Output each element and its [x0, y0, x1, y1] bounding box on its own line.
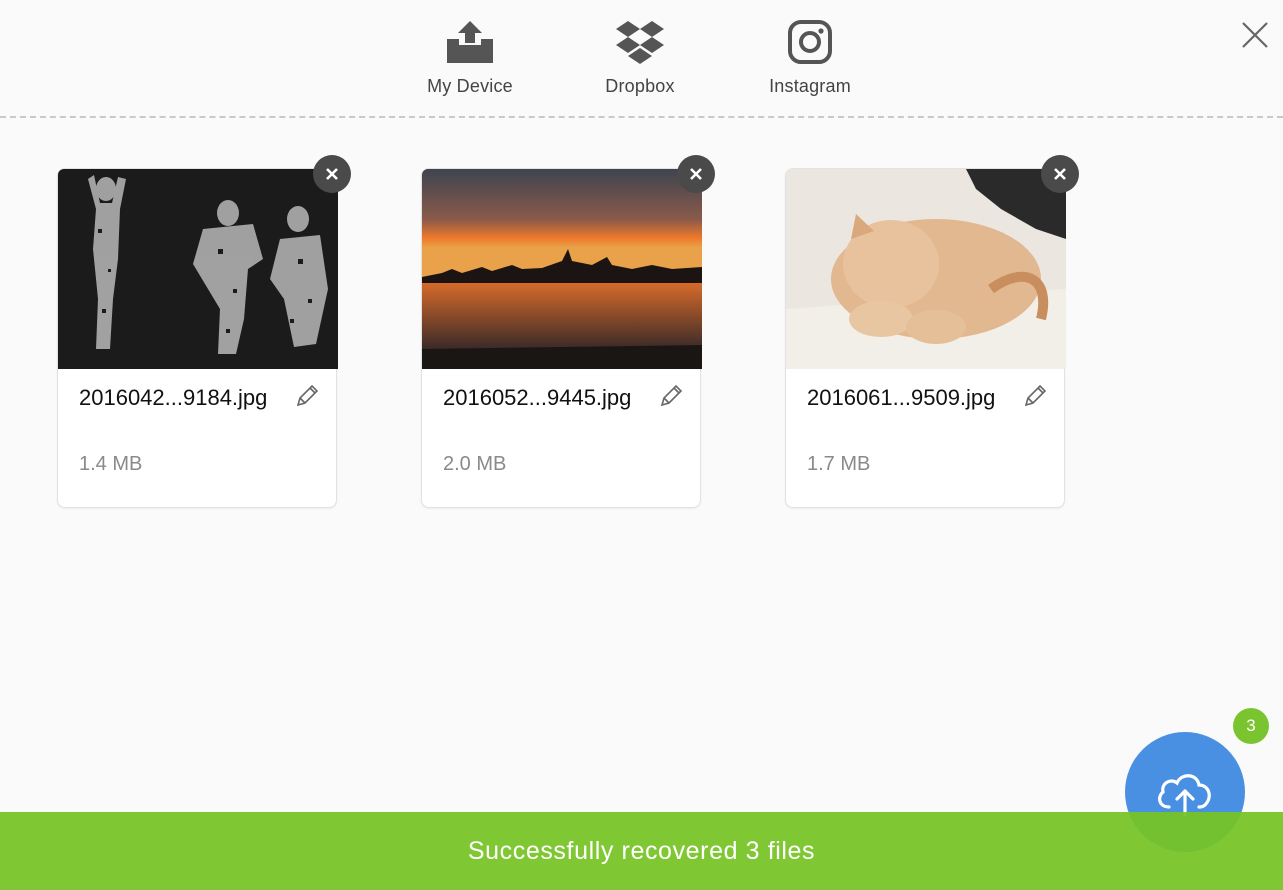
dropbox-icon: [570, 14, 710, 70]
edit-pencil-icon[interactable]: [658, 383, 684, 409]
source-label: Dropbox: [605, 76, 675, 96]
divider: [0, 116, 1283, 118]
file-size: 1.4 MB: [79, 453, 143, 475]
edit-pencil-icon[interactable]: [294, 383, 320, 409]
source-label: My Device: [427, 76, 513, 96]
cloud-upload-icon: [1158, 774, 1211, 817]
close-icon[interactable]: [1238, 18, 1272, 52]
edit-pencil-icon[interactable]: [1022, 383, 1048, 409]
sunset-skyline-photo: [422, 169, 702, 369]
sleeping-cat-photo: [786, 169, 1066, 369]
source-my-device[interactable]: My Device: [400, 14, 540, 97]
success-toast: Successfully recovered 3 files: [0, 812, 1283, 890]
file-size: 2.0 MB: [443, 453, 507, 475]
remove-file-button[interactable]: [313, 155, 351, 193]
file-card: 2016042...9184.jpg 1.4 MB: [57, 155, 351, 508]
upload-tray-icon: [400, 14, 540, 70]
file-name: 2016061...9509.jpg: [807, 385, 996, 410]
dancers-photo: [58, 169, 338, 369]
file-name: 2016052...9445.jpg: [443, 385, 632, 410]
remove-file-button[interactable]: [677, 155, 715, 193]
close-icon: [690, 168, 702, 180]
file-size: 1.7 MB: [807, 453, 871, 475]
source-instagram[interactable]: Instagram: [740, 14, 880, 97]
file-card: 2016061...9509.jpg 1.7 MB: [785, 155, 1079, 508]
file-count-badge: 3: [1233, 708, 1269, 744]
file-name: 2016042...9184.jpg: [79, 385, 268, 410]
source-label: Instagram: [769, 76, 851, 96]
remove-file-button[interactable]: [1041, 155, 1079, 193]
source-dropbox[interactable]: Dropbox: [570, 14, 710, 97]
instagram-icon: [740, 14, 880, 70]
close-icon: [326, 168, 338, 180]
file-card: 2016052...9445.jpg 2.0 MB: [421, 155, 715, 508]
close-icon: [1054, 168, 1066, 180]
source-picker-bar: My Device Dropbox Instagram: [0, 0, 1283, 118]
